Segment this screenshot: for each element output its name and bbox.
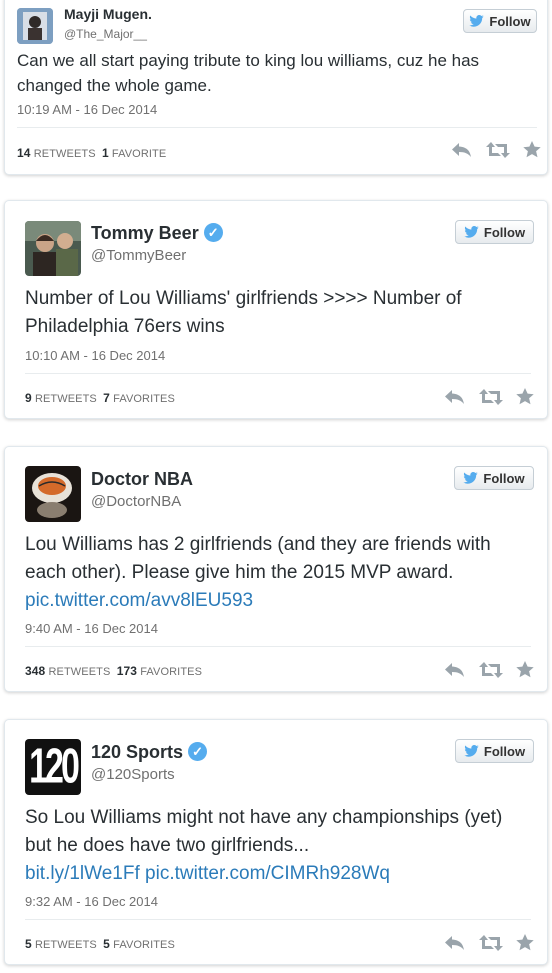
favorite-count[interactable]: 173 [117,664,137,678]
tweet-card: Tommy Beer ✓ @TommyBeer Follow Number of … [4,200,548,419]
avatar[interactable] [25,466,81,522]
tweet-stats: 9 RETWEETS 7 FAVORITES [25,391,175,405]
divider [25,373,531,374]
author-name[interactable]: Doctor NBA [91,469,193,490]
favorite-star-icon[interactable] [516,661,534,678]
follow-button[interactable]: Follow [454,466,534,490]
tweet-timestamp[interactable]: 10:19 AM - 16 Dec 2014 [17,102,157,117]
tweet-card: Doctor NBA @DoctorNBA Follow Lou William… [4,446,548,692]
retweet-icon[interactable] [479,661,503,678]
follow-button[interactable]: Follow [455,220,534,244]
author-name[interactable]: Tommy Beer ✓ [91,223,223,244]
avatar[interactable] [17,8,53,44]
favorite-star-icon[interactable] [523,141,541,158]
twitter-bird-icon [469,15,485,27]
divider [17,127,537,128]
divider [25,646,531,647]
author-name[interactable]: Mayji Mugen. [64,6,152,22]
tweet-card: 120 120 Sports ✓ @120Sports Follow So Lou… [4,719,548,965]
retweet-count[interactable]: 348 [25,664,45,678]
tweet-actions [444,934,534,951]
tweet-text: So Lou Williams might not have any champ… [25,807,503,884]
reply-icon[interactable] [451,142,473,158]
tweet-actions [451,141,541,158]
tweet-stats: 5 RETWEETS 5 FAVORITES [25,937,175,951]
avatar-logo-text: 120 [29,739,80,794]
retweets-label: RETWEETS [48,666,111,678]
twitter-bird-icon [463,472,479,484]
tweet-text: Number of Lou Williams' girlfriends >>>>… [25,288,462,337]
follow-label: Follow [483,470,525,486]
retweet-icon[interactable] [479,934,503,951]
reply-icon[interactable] [444,935,466,951]
follow-button[interactable]: Follow [463,9,537,33]
verified-badge-icon: ✓ [188,742,208,761]
tweet-link[interactable]: pic.twitter.com/avv8lEU593 [25,590,253,611]
author-name[interactable]: 120 Sports ✓ [91,742,208,763]
verified-badge-icon: ✓ [203,223,223,242]
author-handle[interactable]: @The_Major__ [64,27,147,41]
follow-label: Follow [483,743,526,759]
tweet-timestamp[interactable]: 10:10 AM - 16 Dec 2014 [25,348,165,363]
retweet-icon[interactable] [479,388,503,405]
tweet-text: Can we all start paying tribute to king … [17,51,480,95]
retweets-label: RETWEETS [34,393,97,405]
favorites-label: FAVORITES [113,393,175,405]
avatar[interactable] [25,221,81,276]
retweet-count[interactable]: 5 [25,937,32,951]
tweet-actions [444,661,534,678]
author-handle[interactable]: @TommyBeer [91,247,186,264]
retweets-label: RETWEETS [34,939,97,951]
follow-button[interactable]: Follow [455,739,534,763]
favorite-count[interactable]: 5 [103,937,110,951]
tweet-timestamp[interactable]: 9:40 AM - 16 Dec 2014 [25,621,158,636]
favorites-label: FAVORITES [140,666,203,678]
tweet-card: Mayji Mugen. @The_Major__ Follow Can we … [4,0,548,175]
tweet-stats: 14 RETWEETS 1 FAVORITE [17,146,166,160]
follow-label: Follow [489,13,531,29]
follow-label: Follow [483,224,526,240]
tweet-timestamp[interactable]: 9:32 AM - 16 Dec 2014 [25,894,158,909]
favorite-count[interactable]: 7 [103,391,110,405]
tweet-link[interactable]: bit.ly/1lWe1Ff [25,863,140,884]
favorites-label: FAVORITE [111,148,167,160]
tweet-actions [444,388,534,405]
favorite-star-icon[interactable] [516,388,534,405]
favorites-label: FAVORITES [113,939,175,951]
author-handle[interactable]: @120Sports [91,766,175,783]
tweet-link[interactable]: pic.twitter.com/CIMRh928Wq [145,863,390,884]
tweet-stats: 348 RETWEETS 173 FAVORITES [25,664,202,678]
favorite-count[interactable]: 1 [102,146,109,160]
retweet-icon[interactable] [486,141,510,158]
twitter-bird-icon [464,745,479,757]
retweet-count[interactable]: 14 [17,146,31,160]
author-handle[interactable]: @DoctorNBA [91,493,181,510]
tweet-text: Lou Williams has 2 girlfriends (and they… [25,534,491,611]
retweet-count[interactable]: 9 [25,391,32,405]
reply-icon[interactable] [444,389,466,405]
divider [25,919,531,920]
avatar[interactable]: 120 [25,739,81,795]
favorite-star-icon[interactable] [516,934,534,951]
retweets-label: RETWEETS [33,148,96,160]
reply-icon[interactable] [444,662,466,678]
twitter-bird-icon [464,226,479,238]
